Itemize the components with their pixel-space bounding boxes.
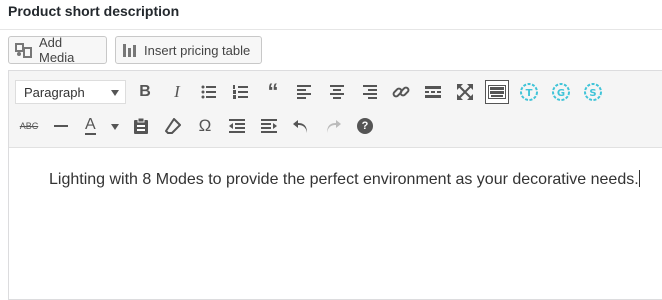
bold-button[interactable]: B — [133, 80, 157, 104]
paste-text-button[interactable] — [129, 114, 153, 138]
insert-pricing-table-label: Insert pricing table — [144, 42, 251, 58]
increase-indent-button[interactable] — [257, 114, 281, 138]
text-cursor — [638, 170, 640, 187]
numbered-list-button[interactable] — [229, 80, 253, 104]
outdent-icon — [229, 119, 245, 133]
toolbar-row-1: Paragraph B I “ T G S — [9, 75, 662, 109]
header-divider — [0, 29, 662, 30]
t-gear-icon: T — [519, 82, 539, 102]
bar-chart-icon — [122, 42, 138, 58]
blockquote-button[interactable]: “ — [261, 80, 285, 104]
align-left-button[interactable] — [293, 80, 317, 104]
plugin-button-3[interactable]: S — [581, 80, 605, 104]
fullscreen-button[interactable] — [453, 80, 477, 104]
editor-frame: Paragraph B I “ T G S ABC A Ω ? Lighting… — [8, 70, 662, 300]
format-select[interactable]: Paragraph — [15, 80, 126, 104]
plugin-button-2[interactable]: G — [549, 80, 573, 104]
link-icon — [392, 83, 410, 101]
fullscreen-icon — [457, 84, 473, 100]
toolbar-row-2: ABC A Ω ? — [9, 109, 662, 143]
plugin-button-1[interactable]: T — [517, 80, 541, 104]
panel-title: Product short description — [8, 3, 180, 19]
help-icon: ? — [357, 118, 373, 134]
redo-icon — [324, 118, 342, 134]
chevron-down-icon — [111, 90, 119, 96]
align-center-icon — [329, 85, 345, 99]
bold-icon: B — [139, 83, 151, 100]
insert-link-button[interactable] — [389, 80, 413, 104]
format-select-value: Paragraph — [24, 84, 85, 100]
align-right-icon — [361, 85, 377, 99]
add-media-button[interactable]: Add Media — [8, 35, 107, 65]
text-color-button[interactable]: A — [81, 114, 121, 138]
editor-toolbar: Paragraph B I “ T G S ABC A Ω ? — [9, 71, 662, 148]
quote-icon: “ — [267, 79, 279, 104]
clipboard-icon — [133, 117, 149, 135]
numbered-list-icon — [233, 85, 249, 99]
special-character-button[interactable]: Ω — [193, 114, 217, 138]
text-color-icon: A — [85, 116, 96, 135]
strikethrough-button[interactable]: ABC — [17, 114, 41, 138]
horizontal-line-button[interactable] — [49, 114, 73, 138]
clear-formatting-button[interactable] — [161, 114, 185, 138]
omega-icon: Ω — [198, 116, 212, 135]
bullet-list-icon — [201, 85, 217, 99]
align-center-button[interactable] — [325, 80, 349, 104]
toolbar-toggle-button[interactable] — [485, 80, 509, 104]
italic-button[interactable]: I — [165, 80, 189, 104]
svg-text:T: T — [526, 88, 533, 99]
indent-icon — [261, 119, 277, 133]
s-gear-icon: S — [583, 82, 603, 102]
keyboard-icon — [488, 85, 506, 99]
read-more-button[interactable] — [421, 80, 445, 104]
svg-text:S: S — [589, 88, 596, 99]
italic-icon: I — [174, 82, 180, 101]
editor-paragraph: Lighting with 8 Modes to provide the per… — [49, 171, 639, 188]
horizontal-line-icon — [54, 124, 68, 128]
g-gear-icon: G — [551, 82, 571, 102]
decrease-indent-button[interactable] — [225, 114, 249, 138]
eraser-icon — [165, 118, 181, 134]
chevron-down-icon — [111, 124, 119, 130]
svg-text:G: G — [557, 88, 565, 99]
undo-button[interactable] — [289, 114, 313, 138]
media-icon — [15, 42, 33, 58]
redo-button[interactable] — [321, 114, 345, 138]
editor-content[interactable]: Lighting with 8 Modes to provide the per… — [49, 167, 649, 193]
strikethrough-icon: ABC — [19, 121, 39, 131]
align-right-button[interactable] — [357, 80, 381, 104]
add-media-label: Add Media — [39, 35, 75, 65]
align-left-icon — [297, 85, 313, 99]
undo-icon — [292, 118, 310, 134]
bullet-list-button[interactable] — [197, 80, 221, 104]
read-more-icon — [425, 85, 441, 99]
insert-pricing-table-button[interactable]: Insert pricing table — [115, 36, 262, 64]
help-button[interactable]: ? — [353, 114, 377, 138]
